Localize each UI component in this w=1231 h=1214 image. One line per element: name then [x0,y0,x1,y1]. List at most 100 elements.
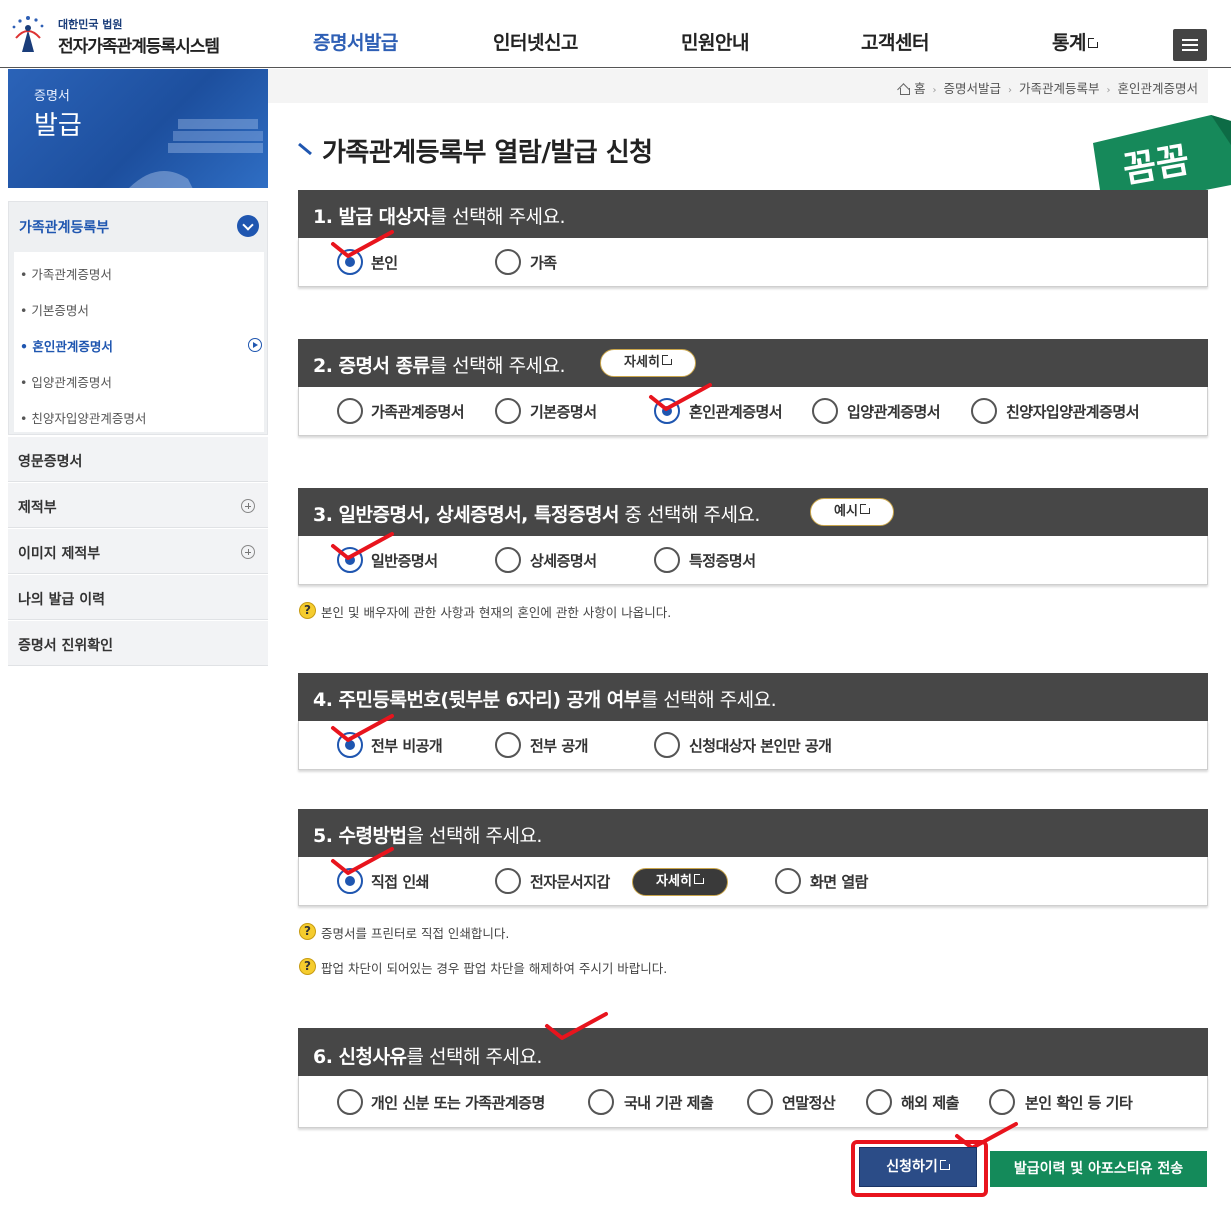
nav-statistics[interactable]: 통계 [1052,28,1099,55]
radio-screen-view[interactable] [775,868,801,894]
breadcrumb-home[interactable]: 홈 [914,81,926,96]
play-arrow-icon [248,338,262,352]
section-4-header: 4. 주민등록번호(뒷부분 6자리) 공개 여부를 선택해 주세요. [298,673,1208,721]
external-link-icon [661,354,673,365]
radio-reason-overseas[interactable] [866,1089,892,1115]
sidebar-item-my-history[interactable]: 나의 발급 이력 [8,575,268,620]
radio-self-public-label[interactable]: 신청대상자 본인만 공개 [689,735,832,756]
sidebar-sub-item[interactable]: • 가족관계증명서 [20,264,112,283]
sidebar-sub-item[interactable]: • 친양자입양관계증명서 [20,408,146,427]
hamburger-icon [1182,39,1198,41]
section-5-note-1: 증명서를 프린터로 직접 인쇄합니다. [321,926,510,941]
radio-self-label[interactable]: 본인 [371,252,398,273]
radio-reason-overseas-label[interactable]: 해외 제출 [901,1092,959,1113]
example-button[interactable]: 예시 [810,498,894,526]
sidebar-item-verify[interactable]: 증명서 진위확인 [8,621,268,666]
radio-screen-view-label[interactable]: 화면 열람 [810,871,868,892]
plus-circle-icon[interactable] [241,545,255,559]
home-icon [898,83,910,95]
radio-basic-cert-label[interactable]: 기본증명서 [530,401,597,422]
section-4-body: 전부 비공개 전부 공개 신청대상자 본인만 공개 [298,721,1208,770]
sidebar-sub-item[interactable]: • 입양관계증명서 [20,372,112,391]
help-question-icon: ? [299,958,316,975]
radio-family[interactable] [495,249,521,275]
nav-certificate-issue[interactable]: 증명서발급 [313,28,398,55]
radio-marriage-cert[interactable] [654,398,680,424]
radio-detailed-cert-label[interactable]: 상세증명서 [530,550,597,571]
chevron-right-icon: › [1106,85,1111,96]
external-link-icon [859,503,871,514]
wallet-details-button[interactable]: 자세히 [632,868,728,896]
help-question-icon: ? [299,602,316,619]
radio-reason-tax-label[interactable]: 연말정산 [782,1092,836,1113]
radio-basic-cert[interactable] [495,398,521,424]
section-3-body: 일반증명서 상세증명서 특정증명서 [298,536,1208,585]
radio-e-wallet-label[interactable]: 전자문서지갑 [530,871,610,892]
court-emblem-icon [12,16,44,52]
section-5-body: 직접 인쇄 전자문서지갑 자세히 화면 열람 [298,857,1208,906]
section-6-body: 개인 신분 또는 가족관계증명 국내 기관 제출 연말정산 해외 제출 본인 확… [298,1076,1208,1128]
plus-circle-icon[interactable] [241,499,255,513]
breadcrumb-item[interactable]: 증명서발급 [943,81,1001,96]
hamburger-menu-button[interactable] [1173,29,1207,61]
radio-all-public-label[interactable]: 전부 공개 [530,735,588,756]
radio-full-adoption-cert[interactable] [971,398,997,424]
sidebar-group-family-register: 가족관계등록부 • 가족관계증명서 • 기본증명서 • 혼인관계증명서 • 입양… [8,201,268,435]
radio-specific-cert[interactable] [654,547,680,573]
radio-reason-other[interactable] [989,1089,1015,1115]
radio-reason-tax[interactable] [747,1089,773,1115]
radio-all-private[interactable] [337,732,363,758]
logo-title: 전자가족관계등록시스템 [58,37,220,57]
section-1-header: 1. 발급 대상자를 선택해 주세요. [298,190,1208,238]
books-illustration-icon [129,119,263,188]
apply-button[interactable]: 신청하기 [859,1147,977,1187]
radio-reason-domestic-label[interactable]: 국내 기관 제출 [624,1092,714,1113]
title-slash-icon [298,142,312,156]
chevron-right-icon: › [1007,85,1012,96]
radio-general-cert-label[interactable]: 일반증명서 [371,550,438,571]
radio-all-public[interactable] [495,732,521,758]
radio-adoption-cert[interactable] [812,398,838,424]
radio-reason-identity[interactable] [337,1089,363,1115]
nav-civil-guide[interactable]: 민원안내 [681,28,749,55]
header: 대한민국 법원 전자가족관계등록시스템 증명서발급 인터넷신고 민원안내 고객센… [0,0,1231,68]
section-5-header: 5. 수령방법을 선택해 주세요. [298,809,1208,857]
radio-specific-cert-label[interactable]: 특정증명서 [689,550,756,571]
breadcrumb-item[interactable]: 가족관계등록부 [1019,81,1100,96]
nav-customer-center[interactable]: 고객센터 [861,28,929,55]
sidebar-sub-item[interactable]: • 기본증명서 [20,300,89,319]
radio-reason-other-label[interactable]: 본인 확인 등 기타 [1025,1092,1133,1113]
radio-direct-print-label[interactable]: 직접 인쇄 [371,871,429,892]
external-link-icon [939,1159,951,1170]
sidebar-item-english-cert[interactable]: 영문증명서 [8,437,268,482]
breadcrumb-current: 혼인관계증명서 [1117,81,1198,96]
sidebar-sub-item-current[interactable]: • 혼인관계증명서 [20,336,113,355]
details-button[interactable]: 자세히 [600,349,696,377]
chevron-down-icon[interactable] [237,215,259,237]
radio-adoption-cert-label[interactable]: 입양관계증명서 [847,401,941,422]
radio-e-wallet[interactable] [495,868,521,894]
radio-family-cert-label[interactable]: 가족관계증명서 [371,401,465,422]
radio-self-public[interactable] [654,732,680,758]
site-logo[interactable]: 대한민국 법원 전자가족관계등록시스템 [8,12,238,58]
radio-full-adoption-cert-label[interactable]: 친양자입양관계증명서 [1006,401,1140,422]
section-1-body: 본인 가족 [298,238,1208,287]
nav-internet-report[interactable]: 인터넷신고 [493,28,578,55]
sidebar-group-title[interactable]: 가족관계등록부 [19,217,109,237]
radio-reason-domestic[interactable] [588,1089,614,1115]
radio-general-cert[interactable] [337,547,363,573]
sidebar-item-removed-register[interactable]: 제적부 [8,483,268,528]
history-apostille-button[interactable]: 발급이력 및 아포스티유 전송 [990,1151,1207,1187]
radio-marriage-cert-label[interactable]: 혼인관계증명서 [689,401,783,422]
radio-direct-print[interactable] [337,868,363,894]
radio-family-label[interactable]: 가족 [530,252,557,273]
radio-self[interactable] [337,249,363,275]
sidebar-banner: 증명서 발급 [8,69,268,188]
external-link-icon [1087,37,1099,48]
radio-detailed-cert[interactable] [495,547,521,573]
sidebar-item-image-register[interactable]: 이미지 제적부 [8,529,268,574]
radio-all-private-label[interactable]: 전부 비공개 [371,735,443,756]
radio-reason-identity-label[interactable]: 개인 신분 또는 가족관계증명 [371,1092,545,1113]
breadcrumb-bar: 홈 › 증명서발급 › 가족관계등록부 › 혼인관계증명서 [268,69,1208,103]
radio-family-cert[interactable] [337,398,363,424]
